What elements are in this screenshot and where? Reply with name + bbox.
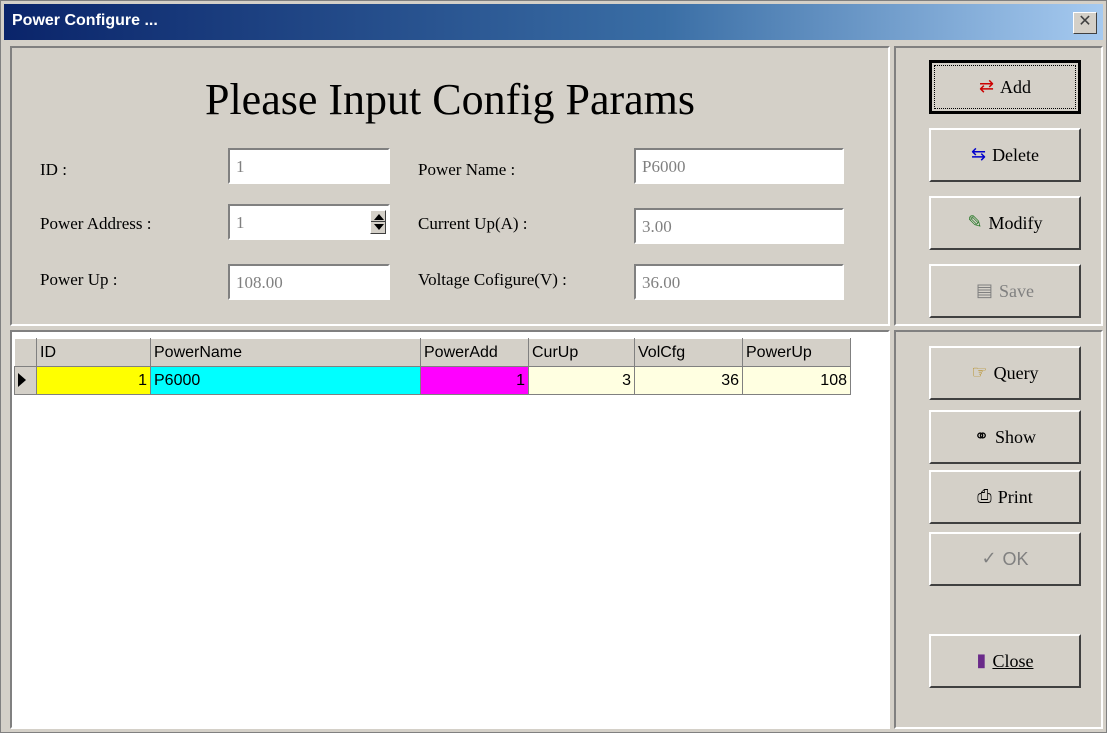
- cell-curup[interactable]: 3: [528, 366, 635, 395]
- row-indicator-icon: [14, 366, 37, 395]
- power-up-label: Power Up :: [40, 270, 118, 289]
- cell-volcfg[interactable]: 36: [634, 366, 743, 395]
- save-icon: ▤: [975, 280, 993, 301]
- show-button[interactable]: ⚭ Show: [929, 410, 1081, 464]
- save-button[interactable]: ▤ Save: [929, 264, 1081, 318]
- cell-powername[interactable]: P6000: [150, 366, 421, 395]
- column-header-id[interactable]: ID: [36, 338, 151, 367]
- row-indicator-header: [14, 338, 37, 367]
- check-icon: ✓: [981, 548, 997, 569]
- power-address-label: Power Address :: [40, 214, 152, 233]
- show-label: Show: [995, 426, 1037, 447]
- delete-icon: ⇆: [970, 144, 987, 165]
- printer-icon: ⎙: [977, 486, 992, 507]
- close-icon[interactable]: ✕: [1073, 12, 1097, 34]
- table-row[interactable]: 1 P6000 1 3 36 108: [14, 366, 851, 395]
- query-icon: ☞: [971, 362, 988, 383]
- ok-button[interactable]: ✓ OK: [929, 532, 1081, 586]
- power-up-field[interactable]: 108.00: [228, 264, 390, 300]
- window-title: Power Configure ...: [12, 12, 158, 29]
- id-field[interactable]: 1: [228, 148, 390, 184]
- modify-icon: ✎: [967, 212, 983, 233]
- door-icon: ▮: [976, 650, 987, 671]
- add-icon: ⇄: [978, 76, 995, 97]
- modify-button[interactable]: ✎ Modify: [929, 196, 1081, 250]
- column-header-volcfg[interactable]: VolCfg: [634, 338, 743, 367]
- column-header-poweradd[interactable]: PowerAdd: [420, 338, 529, 367]
- column-header-powername[interactable]: PowerName: [150, 338, 421, 367]
- title-bar[interactable]: Power Configure ... ✕: [4, 4, 1103, 40]
- current-up-field[interactable]: 3.00: [634, 208, 844, 244]
- print-button[interactable]: ⎙ Print: [929, 470, 1081, 524]
- power-address-value: 1: [236, 213, 245, 232]
- cell-poweradd[interactable]: 1: [420, 366, 529, 395]
- column-header-curup[interactable]: CurUp: [528, 338, 635, 367]
- binoculars-icon: ⚭: [973, 426, 990, 447]
- save-label: Save: [999, 280, 1034, 301]
- spin-updown-icon[interactable]: [370, 210, 386, 234]
- column-header-powerup[interactable]: PowerUp: [742, 338, 851, 367]
- ok-label: OK: [1002, 548, 1029, 569]
- modify-label: Modify: [988, 212, 1043, 233]
- delete-button[interactable]: ⇆ Delete: [929, 128, 1081, 182]
- voltage-field[interactable]: 36.00: [634, 264, 844, 300]
- cell-id[interactable]: 1: [36, 366, 151, 395]
- query-label: Query: [993, 362, 1039, 383]
- add-label: Add: [1000, 76, 1032, 97]
- cell-powerup[interactable]: 108: [742, 366, 851, 395]
- power-name-label: Power Name :: [418, 160, 516, 179]
- add-button[interactable]: ⇄ Add: [929, 60, 1081, 114]
- close-button[interactable]: ▮ Close: [929, 634, 1081, 688]
- voltage-label: Voltage Cofigure(V) :: [418, 270, 567, 289]
- power-name-field[interactable]: P6000: [634, 148, 844, 184]
- page-title: Please Input Config Params: [204, 75, 696, 124]
- current-up-label: Current Up(A) :: [418, 214, 528, 233]
- query-button[interactable]: ☞ Query: [929, 346, 1081, 400]
- power-grid[interactable]: ID PowerName PowerAdd CurUp VolCfg Power…: [14, 338, 851, 395]
- id-label: ID :: [40, 160, 67, 179]
- config-form-panel: Please Input Config Params ID : 1 Power …: [10, 46, 890, 326]
- power-address-stepper[interactable]: 1: [228, 204, 390, 240]
- close-label: Close: [992, 650, 1034, 671]
- print-label: Print: [997, 486, 1033, 507]
- delete-label: Delete: [992, 144, 1040, 165]
- grid-header-row: ID PowerName PowerAdd CurUp VolCfg Power…: [14, 338, 851, 367]
